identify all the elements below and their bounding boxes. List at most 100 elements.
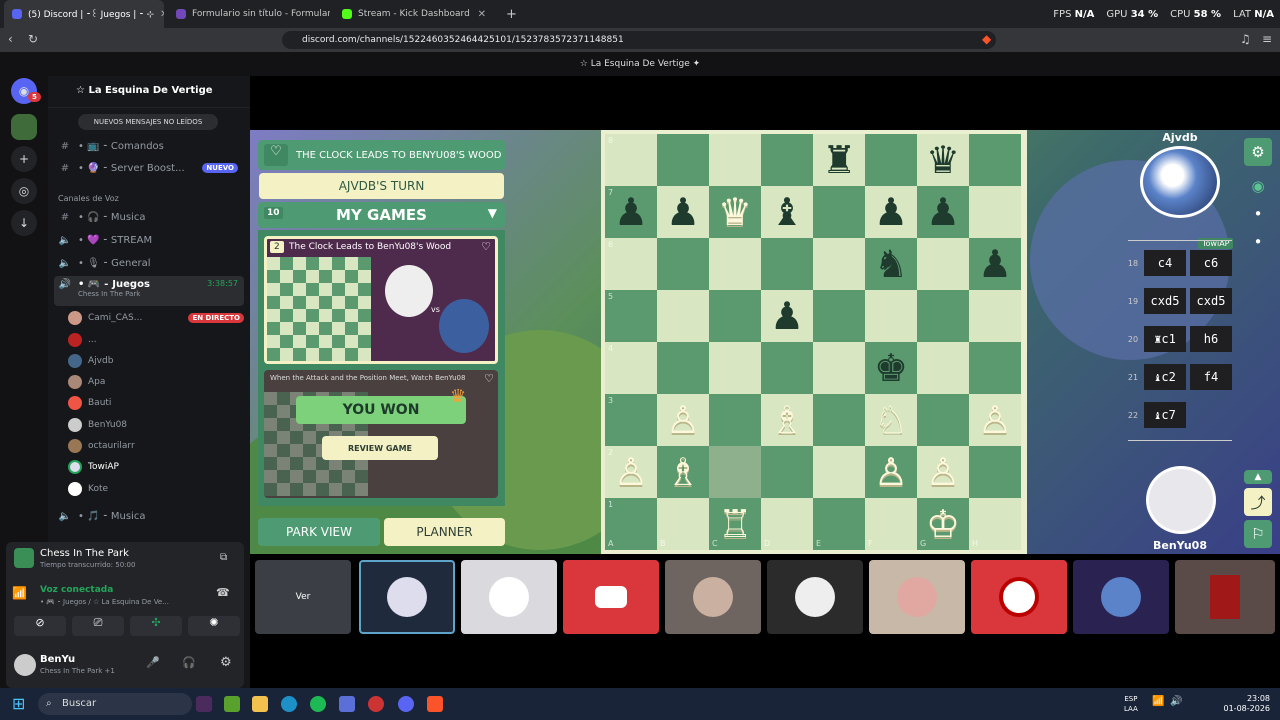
member-ajvdb[interactable]: Ajvdb (68, 351, 244, 371)
chess-piece[interactable]: ♛ (709, 186, 761, 238)
chess-piece[interactable]: ♟ (969, 238, 1021, 290)
board-square[interactable] (813, 238, 865, 290)
my-games-header[interactable]: 10 MY GAMES ▼ (258, 202, 505, 228)
headphones-icon[interactable]: 🎧 (182, 656, 196, 669)
move-row[interactable]: 20 ♜c1 h6 (1124, 322, 1234, 356)
back-icon[interactable]: ‹ (8, 32, 13, 46)
reload-icon[interactable]: ↻ (28, 32, 38, 46)
chess-board[interactable]: 8 7 6 5 4 3 2 1 A B C D E F G H ♜ ♛ ♟ ♟ ♛ ♝ ♟ ♟ ♞ ♟ ♟ ♚ ♙ ♗ ♘ ♙ ♙ ♗ ♙ ♙ ♖ ♔ (601, 130, 1027, 554)
voice-location[interactable]: • 🎮 ⁃ Juegos / ☆ La Esquina De Ve... (40, 598, 169, 606)
player-avatar[interactable] (1146, 466, 1216, 534)
unread-banner[interactable]: NUEVOS MENSAJES NO LEÍDOS (78, 114, 218, 130)
board-square[interactable] (865, 134, 917, 186)
chess-piece[interactable]: ♟ (761, 290, 813, 342)
member-kote[interactable]: Kote (68, 479, 244, 499)
member-apa[interactable]: Apa (68, 372, 244, 392)
server-header[interactable]: ☆ La Esquina De Vertige (48, 76, 250, 108)
board-square[interactable] (657, 290, 709, 342)
member-dots[interactable]: ... (68, 330, 244, 350)
spectator-avatar[interactable]: • (1244, 228, 1272, 256)
move-row[interactable]: 18 c4 c6 (1124, 246, 1234, 280)
url-field[interactable]: discord.com/channels/1522460352464425101… (282, 31, 996, 49)
board-square[interactable] (969, 186, 1021, 238)
tile-towiap[interactable] (359, 560, 455, 634)
chess-piece[interactable]: ♔ (917, 498, 969, 550)
app-icon[interactable] (196, 696, 212, 712)
board-square[interactable] (813, 186, 865, 238)
chess-piece[interactable]: ♟ (865, 186, 917, 238)
board-square[interactable] (917, 238, 969, 290)
white-move[interactable]: cxd5 (1144, 288, 1186, 314)
board-square[interactable] (709, 342, 761, 394)
voice-category[interactable]: Canales de Voz (54, 188, 244, 208)
board-square[interactable] (917, 394, 969, 446)
move-row[interactable]: 21 ♝c2 f4 (1124, 360, 1234, 394)
settings-gear-icon[interactable]: ⚙ (220, 655, 232, 670)
close-icon[interactable]: ✕ (160, 9, 164, 20)
chess-piece[interactable]: ♖ (709, 498, 761, 550)
tile-cami[interactable] (1175, 560, 1275, 634)
chess-piece[interactable]: ♛ (917, 134, 969, 186)
channel-stream[interactable]: 🔈 • 💜 ⁃ STREAM (54, 230, 244, 250)
board-square[interactable] (761, 446, 813, 498)
server-icon[interactable] (11, 114, 37, 140)
chess-piece[interactable]: ♗ (761, 394, 813, 446)
soundboard-button[interactable]: ✺ (188, 616, 240, 636)
clock[interactable]: 23:08 01-08-2026 (1222, 694, 1271, 714)
tile-bauti[interactable] (563, 560, 659, 634)
heart-icon[interactable]: ♡ (484, 372, 494, 385)
member-bauti[interactable]: Bauti (68, 393, 244, 413)
tab-discord[interactable]: (5) Discord | ⁃꒰ Juegos | ⁃ ⊹ ✕ (4, 0, 164, 28)
board-square[interactable] (709, 134, 761, 186)
white-move[interactable]: ♝c2 (1144, 364, 1186, 390)
app-icon[interactable] (368, 696, 384, 712)
screenshare-button[interactable]: ⎚ (72, 616, 124, 636)
new-tab-button[interactable]: + (498, 0, 518, 28)
share-icon[interactable]: ⤴ (1244, 488, 1272, 516)
chess-piece[interactable]: ♘ (865, 394, 917, 446)
member-benyu08[interactable]: BenYu08 (68, 415, 244, 435)
spectator-avatar[interactable]: • (1244, 200, 1272, 228)
tile-ajvdb[interactable] (1073, 560, 1169, 634)
board-square[interactable] (813, 342, 865, 394)
tab-forms[interactable]: Formulario sin título - Formularios de ✕ (168, 0, 330, 28)
activity-button[interactable]: ✣ (130, 616, 182, 636)
chess-piece[interactable]: ♝ (761, 186, 813, 238)
board-square[interactable] (969, 342, 1021, 394)
chess-piece[interactable]: ♞ (865, 238, 917, 290)
download-icon[interactable]: ↓ (11, 210, 37, 236)
tile-screen[interactable]: Ver (255, 560, 351, 634)
planner-button[interactable]: PLANNER (384, 518, 505, 546)
member-towiap[interactable]: TowiAP (68, 457, 244, 477)
tile-apa[interactable] (665, 560, 761, 634)
board-square[interactable] (709, 238, 761, 290)
tile-member[interactable] (971, 560, 1067, 634)
black-move[interactable]: c6 (1190, 250, 1232, 276)
board-square[interactable] (813, 446, 865, 498)
board-square[interactable] (969, 290, 1021, 342)
spotify-icon[interactable] (310, 696, 326, 712)
board-square[interactable] (813, 290, 865, 342)
user-avatar[interactable] (14, 654, 36, 676)
channel-musica-voice[interactable]: 🔈 • 🎵 ⁃ Musica (54, 506, 244, 526)
chess-piece[interactable]: ♙ (657, 394, 709, 446)
channel-comandos[interactable]: # • 📺 ⁃ Comandos (54, 136, 244, 156)
board-square[interactable] (917, 342, 969, 394)
chess-piece[interactable]: ♗ (657, 446, 709, 498)
board-square[interactable] (761, 238, 813, 290)
board-square[interactable] (657, 134, 709, 186)
disconnect-icon[interactable]: ☎ (216, 586, 230, 599)
board-square[interactable] (761, 342, 813, 394)
board-square[interactable] (709, 290, 761, 342)
board-square[interactable] (761, 134, 813, 186)
channel-juegos[interactable]: 🔊 • 🎮 ⁃ Juegos Chess In The Park 3:38:57 (54, 276, 244, 306)
park-view-button[interactable]: PARK VIEW (258, 518, 380, 546)
board-square[interactable] (813, 394, 865, 446)
board-square[interactable] (969, 134, 1021, 186)
review-game-button[interactable]: REVIEW GAME (322, 436, 438, 460)
member-octaurilarr[interactable]: octaurilarr (68, 436, 244, 456)
black-move[interactable]: h6 (1190, 326, 1232, 352)
windows-start-icon[interactable]: ⊞ (12, 694, 25, 713)
camera-button[interactable]: ⊘ (14, 616, 66, 636)
channel-general[interactable]: 🔈 • 🎙 ⁃ General (54, 253, 244, 273)
